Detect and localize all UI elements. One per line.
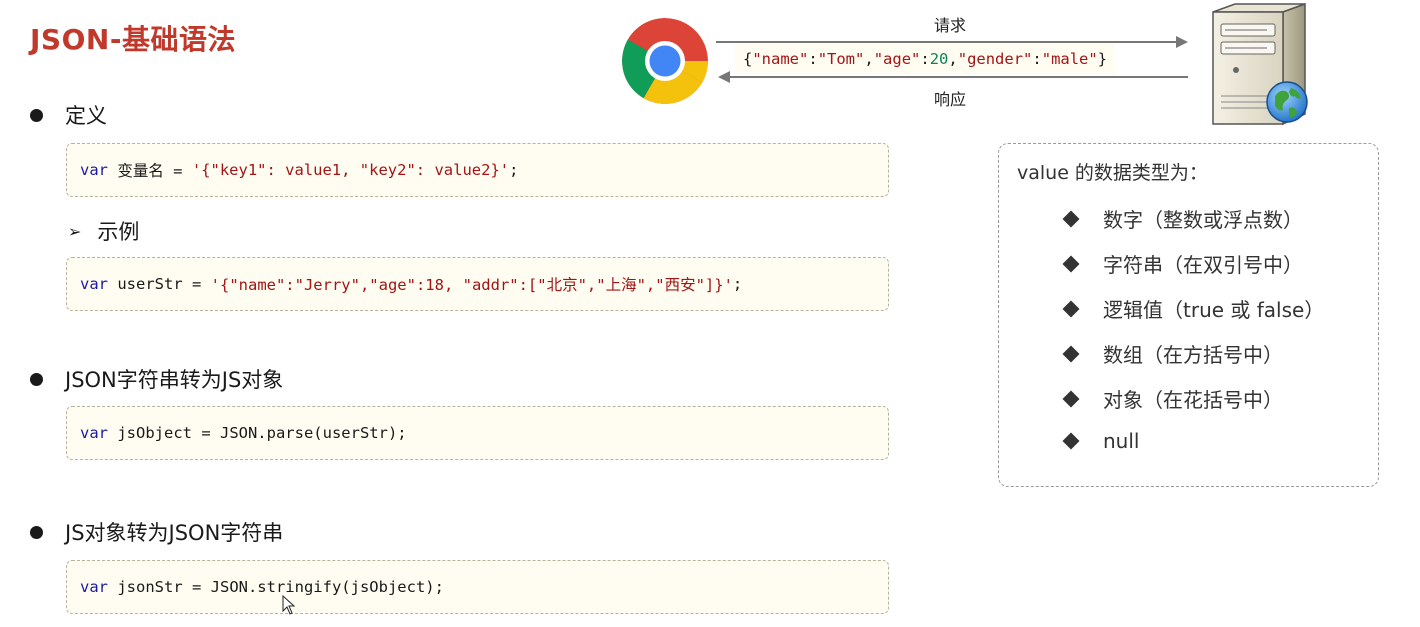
bullet-label: JS对象转为JSON字符串	[65, 521, 284, 545]
diamond-bullet-icon	[1062, 300, 1080, 317]
json-sample: {"name": "Tom", "age":20, "gender": "male"}	[735, 44, 1116, 74]
bullet-parse: JSON字符串转为JS对象	[30, 364, 283, 394]
mouse-cursor-icon	[282, 594, 296, 619]
code-block-definition: var 变量名 = '{"key1": value1, "key2": valu…	[66, 143, 889, 197]
value-type-item: 逻辑值（true 或 false）	[1062, 294, 1325, 323]
code-keyword: var	[80, 275, 108, 293]
request-arrow	[716, 41, 1178, 43]
response-arrow	[730, 76, 1188, 78]
json-brace: }	[1097, 50, 1108, 68]
request-arrow-head	[1176, 36, 1188, 48]
diamond-bullet-icon	[1062, 255, 1080, 272]
code-string: '{"key1": value1, "key2": value2}'	[191, 161, 510, 179]
json-colon: :	[1032, 50, 1042, 68]
bullet-dot	[30, 525, 43, 539]
bullet-stringify: JS对象转为JSON字符串	[30, 517, 283, 547]
code-text: 变量名 =	[108, 162, 192, 180]
response-arrow-head	[718, 71, 730, 83]
json-key: "gender"	[957, 50, 1033, 68]
code-text: userStr =	[108, 275, 211, 293]
code-block-example: var userStr = '{"name":"Jerry","age":18,…	[66, 257, 889, 311]
code-text: jsonStr = JSON.stringify(jsObject);	[108, 578, 444, 596]
value-type-label: null	[1103, 429, 1140, 453]
value-type-label: 数组（在方括号中）	[1103, 343, 1283, 367]
code-text: jsObject = JSON.parse(userStr);	[108, 424, 407, 442]
json-brace: {	[743, 50, 753, 68]
sub-bullet-label: 示例	[97, 220, 140, 244]
value-type-label: 逻辑值（true 或 false）	[1103, 298, 1325, 322]
value-type-item: 字符串（在双引号中）	[1062, 249, 1303, 278]
json-colon: :	[920, 50, 930, 68]
json-value: "male"	[1041, 50, 1098, 68]
code-block-stringify: var jsonStr = JSON.stringify(jsObject);	[66, 560, 889, 614]
json-comma: ,	[948, 50, 958, 68]
chrome-icon	[622, 18, 708, 104]
code-keyword: var	[80, 424, 108, 442]
code-block-parse: var jsObject = JSON.parse(userStr);	[66, 406, 889, 460]
sub-bullet-example: ➢ 示例	[68, 216, 139, 246]
bullet-definition: 定义	[30, 100, 107, 130]
value-types-panel: value 的数据类型为： 数字（整数或浮点数） 字符串（在双引号中） 逻辑值（…	[998, 143, 1379, 487]
code-text: ;	[732, 275, 743, 293]
value-type-item: 数字（整数或浮点数）	[1062, 204, 1303, 233]
value-types-title: value 的数据类型为：	[1017, 162, 1208, 184]
json-key: "name"	[752, 50, 809, 68]
code-string: '{"name":"Jerry","age":18, "addr":["北京",…	[210, 276, 733, 294]
bullet-dot	[30, 108, 43, 122]
json-key: "age"	[873, 50, 921, 68]
json-value: 20	[929, 50, 949, 68]
diamond-bullet-icon	[1062, 345, 1080, 362]
bullet-label: JSON字符串转为JS对象	[65, 368, 284, 392]
code-keyword: var	[80, 161, 108, 179]
value-type-item: 对象（在花括号中）	[1062, 384, 1283, 413]
diamond-bullet-icon	[1062, 390, 1080, 407]
value-type-item: null	[1062, 429, 1140, 453]
request-label: 请求	[934, 16, 967, 35]
json-colon: :	[808, 50, 818, 68]
json-comma: ,	[864, 50, 874, 68]
value-type-label: 对象（在花括号中）	[1103, 388, 1283, 412]
json-value: "Tom"	[817, 50, 865, 68]
response-label: 响应	[934, 90, 967, 109]
code-text: ;	[509, 161, 519, 179]
slide-title: JSON-基础语法	[30, 23, 236, 56]
value-type-label: 字符串（在双引号中）	[1103, 253, 1303, 277]
server-icon	[1205, 2, 1325, 128]
arrow-bullet-icon: ➢	[68, 221, 82, 241]
bullet-dot	[30, 372, 43, 386]
diamond-bullet-icon	[1062, 432, 1080, 450]
code-keyword: var	[80, 578, 108, 596]
value-type-item: 数组（在方括号中）	[1062, 339, 1283, 368]
value-type-label: 数字（整数或浮点数）	[1103, 208, 1303, 232]
bullet-label: 定义	[65, 104, 107, 128]
diamond-bullet-icon	[1062, 210, 1080, 227]
